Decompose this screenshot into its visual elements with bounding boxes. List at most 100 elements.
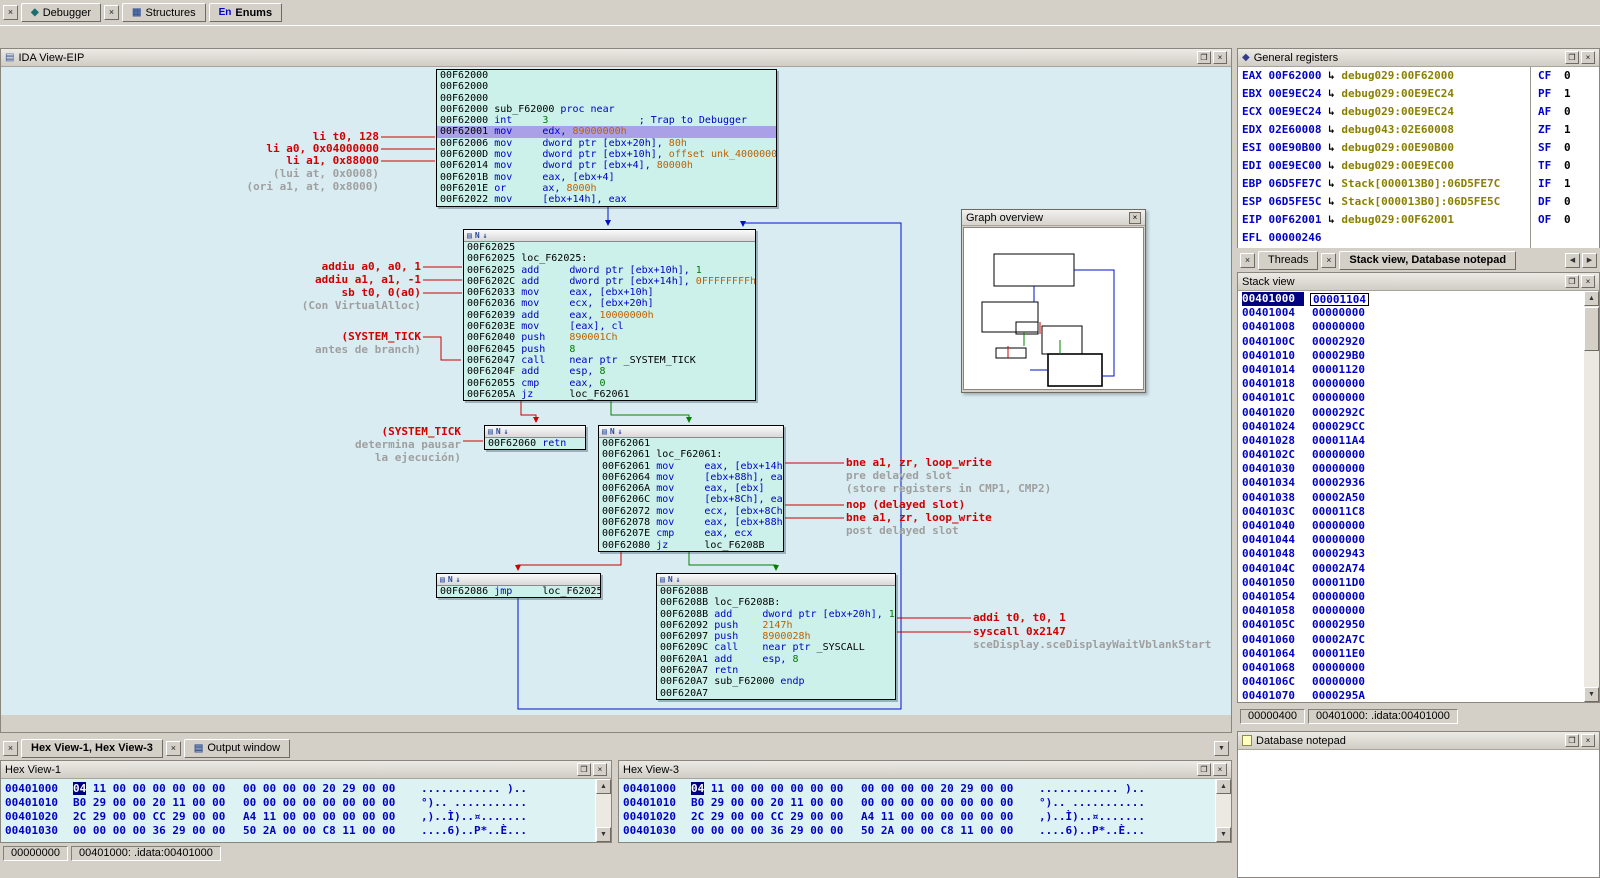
close-tab-button[interactable]: × — [166, 741, 181, 756]
register-row[interactable]: EAX 00F62000 ↳ debug029:00F62000CF0 — [1238, 69, 1599, 87]
asm-line[interactable]: 00F6208B add dword ptr [ebx+20h], 1 — [657, 609, 895, 620]
stack-row[interactable]: 0040100800000000 — [1238, 320, 1599, 334]
close-button[interactable]: × — [1213, 51, 1227, 64]
stack-row[interactable]: 00401024000029CC — [1238, 420, 1599, 434]
asm-line[interactable]: 00F62055 cmp eax, 0 — [464, 378, 755, 389]
close-button[interactable]: × — [1581, 51, 1595, 64]
flag-value[interactable]: 0 — [1564, 141, 1571, 154]
basic-block[interactable]: ▤N↓00F62060 retn — [484, 425, 586, 450]
selected-byte[interactable]: 04 — [691, 782, 704, 795]
asm-line[interactable]: 00F62000 — [437, 70, 776, 81]
asm-line[interactable]: 00F62014 mov dword ptr [ebx+4], 80000h — [437, 160, 776, 171]
graph-canvas[interactable]: Graph overview × — [1, 67, 1231, 715]
asm-line[interactable]: 00F62061 — [599, 438, 783, 449]
restore-button[interactable]: ❐ — [1565, 51, 1579, 64]
stack-row[interactable]: 0040104C00002A74 — [1238, 562, 1599, 576]
flag-value[interactable]: 0 — [1564, 105, 1571, 118]
close-tab-button[interactable]: × — [3, 741, 18, 756]
scroll-down-icon[interactable]: ▼ — [1216, 827, 1231, 842]
stack-row[interactable]: 0040105C00002950 — [1238, 618, 1599, 632]
graph-overview-window[interactable]: Graph overview × — [961, 209, 1146, 393]
asm-line[interactable]: 00F6203E mov [eax], cl — [464, 321, 755, 332]
stack-row[interactable]: 0040103000000000 — [1238, 462, 1599, 476]
flag-value[interactable]: 1 — [1564, 87, 1571, 100]
selected-byte[interactable]: 04 — [73, 782, 86, 795]
stack-row[interactable]: 0040106C00000000 — [1238, 675, 1599, 689]
asm-line[interactable]: 00F62033 mov eax, [ebx+10h] — [464, 287, 755, 298]
asm-line[interactable]: 00F62080 jz loc_F6208B — [599, 540, 783, 551]
stack-row[interactable]: 004010200000292C — [1238, 406, 1599, 420]
close-tab-button[interactable]: × — [104, 5, 119, 20]
asm-line[interactable]: 00F62000 int 3 ; Trap to Debugger — [437, 115, 776, 126]
asm-line[interactable]: 00F62039 add eax, 10000000h — [464, 310, 755, 321]
asm-line[interactable]: 00F62097 push 8900028h — [657, 631, 895, 642]
close-icon[interactable]: × — [1129, 212, 1141, 224]
asm-line[interactable]: 00F620A1 add esp, 8 — [657, 654, 895, 665]
register-row[interactable]: EDI 00E9EC00 ↳ debug029:00E9EC00TF0 — [1238, 159, 1599, 177]
asm-line[interactable]: 00F6206A mov eax, [ebx] — [599, 483, 783, 494]
asm-line[interactable]: 00F6208B — [657, 586, 895, 597]
register-row[interactable]: EBP 06D5FE7C ↳ Stack[000013B0]:06D5FE7CI… — [1238, 177, 1599, 195]
stack-row[interactable]: 0040103400002936 — [1238, 476, 1599, 490]
stack-row[interactable]: 0040101C00000000 — [1238, 391, 1599, 405]
asm-line[interactable]: 00F62072 mov ecx, [ebx+8Ch] — [599, 506, 783, 517]
stack-row[interactable]: 0040101400001120 — [1238, 363, 1599, 377]
hex-row[interactable]: 0040100004 11 00 00 00 00 00 0000 00 00 … — [619, 782, 1231, 796]
stack-row[interactable]: 0040100400000000 — [1238, 306, 1599, 320]
asm-line[interactable]: 00F62092 push 2147h — [657, 620, 895, 631]
flag-value[interactable]: 0 — [1564, 213, 1571, 226]
asm-line[interactable]: 00F6202C add dword ptr [ebx+14h], 0FFFFF… — [464, 276, 755, 287]
stack-row[interactable]: 00401050000011D0 — [1238, 576, 1599, 590]
stack-row[interactable]: 0040106000002A7C — [1238, 633, 1599, 647]
asm-line[interactable]: 00F6201E or ax, 8000h — [437, 183, 776, 194]
notepad-editor[interactable] — [1238, 750, 1599, 877]
stack-row[interactable]: 0040101800000000 — [1238, 377, 1599, 391]
basic-block[interactable]: ▤N↓00F6206100F62061 loc_F62061:00F62061 … — [598, 425, 784, 552]
registers-titlebar[interactable]: ◆ General registers ❐ × — [1238, 49, 1599, 67]
flag-value[interactable]: 0 — [1564, 69, 1571, 82]
asm-line[interactable]: 00F62061 loc_F62061: — [599, 449, 783, 460]
asm-line[interactable]: 00F62001 mov edx, 89000000h — [437, 126, 776, 137]
close-button[interactable]: × — [1213, 763, 1227, 776]
asm-line[interactable]: 00F620A7 retn — [657, 665, 895, 676]
asm-line[interactable]: 00F62045 push 8 — [464, 344, 755, 355]
hex-row[interactable]: 00401010B0 29 00 00 20 11 00 0000 00 00 … — [1, 796, 611, 810]
asm-line[interactable]: 00F62006 mov dword ptr [ebx+20h], 80h — [437, 138, 776, 149]
asm-line[interactable]: 00F62025 add dword ptr [ebx+10h], 1 — [464, 265, 755, 276]
register-row[interactable]: ECX 00E9EC24 ↳ debug029:00E9EC24AF0 — [1238, 105, 1599, 123]
asm-line[interactable]: 00F6209C call near ptr _SYSCALL — [657, 642, 895, 653]
asm-line[interactable]: 00F62025 loc_F62025: — [464, 253, 755, 264]
asm-line[interactable]: 00F62022 mov [ebx+14h], eax — [437, 194, 776, 205]
stack-view-titlebar[interactable]: Stack view ❐ × — [1238, 273, 1599, 291]
scroll-up-icon[interactable]: ▲ — [1584, 291, 1599, 306]
hex-row[interactable]: 0040100004 11 00 00 00 00 00 0000 00 00 … — [1, 782, 611, 796]
stack-row[interactable]: 0040106800000000 — [1238, 661, 1599, 675]
stack-row[interactable]: 0040104400000000 — [1238, 533, 1599, 547]
register-row[interactable]: EIP 00F62001 ↳ debug029:00F62001OF0 — [1238, 213, 1599, 231]
register-row[interactable]: ESP 06D5FE5C ↳ Stack[000013B0]:06D5FE5CD… — [1238, 195, 1599, 213]
asm-line[interactable]: 00F620A7 — [657, 688, 895, 699]
asm-line[interactable]: 00F6207E cmp eax, ecx — [599, 528, 783, 539]
flag-value[interactable]: 1 — [1564, 177, 1571, 190]
graph-overview-minimap[interactable] — [963, 227, 1144, 390]
stack-row[interactable]: 0040100C00002920 — [1238, 335, 1599, 349]
restore-button[interactable]: ❐ — [1565, 275, 1579, 288]
asm-line[interactable]: 00F6206C mov [ebx+8Ch], eax — [599, 494, 783, 505]
asm-line[interactable]: 00F62060 retn — [485, 438, 585, 449]
close-button[interactable]: × — [1581, 275, 1595, 288]
tab-threads[interactable]: Threads — [1258, 251, 1318, 270]
scrollbar-thumb[interactable] — [1584, 307, 1599, 351]
restore-button[interactable]: ❐ — [1565, 734, 1579, 747]
close-tab-button[interactable]: × — [1240, 253, 1255, 268]
stack-row[interactable]: 0040103C000011C8 — [1238, 505, 1599, 519]
asm-line[interactable]: 00F62040 push 890001Ch — [464, 332, 755, 343]
more-tabs-button[interactable]: ▼ — [1214, 741, 1229, 756]
notepad-titlebar[interactable]: Database notepad ❐ × — [1238, 732, 1599, 750]
close-tab-button[interactable]: × — [1321, 253, 1336, 268]
ida-view-titlebar[interactable]: ▤ IDA View-EIP ❐ × — [1, 49, 1231, 67]
flag-value[interactable]: 0 — [1564, 159, 1571, 172]
tab-debugger[interactable]: ◆Debugger — [21, 3, 101, 22]
asm-line[interactable]: 00F62000 — [437, 93, 776, 104]
restore-button[interactable]: ❐ — [1197, 51, 1211, 64]
asm-line[interactable]: 00F6208B loc_F6208B: — [657, 597, 895, 608]
